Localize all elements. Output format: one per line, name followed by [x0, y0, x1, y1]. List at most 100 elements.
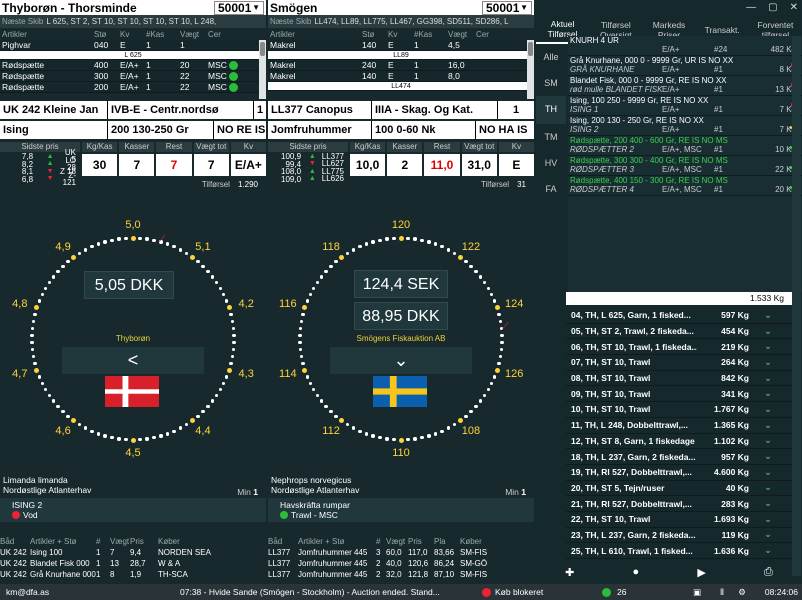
table-scrollbar[interactable] — [259, 40, 266, 99]
dial-dot — [302, 367, 308, 373]
transaction-row[interactable]: LL377 Jomfruhummer 445 3 60,0 117,0 83,66 SM-F… — [268, 547, 534, 558]
minimize-icon[interactable]: — — [746, 2, 756, 13]
trip-row[interactable]: 04, TH, L 625, Garn, 1 fisked... 597 Kg ⌄ — [566, 308, 796, 324]
maximize-icon[interactable]: ▢ — [768, 2, 777, 13]
app-root: Thyborøn - Thorsminde 50001 ▼ Næste Skib L… — [0, 0, 802, 600]
supply-detail: GRÅ KNURHANE — [570, 65, 635, 74]
supply-item[interactable]: Rødspætte, 200 400 - 600 Gr, RE IS NO MS… — [568, 136, 802, 156]
column-header: Pla — [434, 537, 446, 546]
table-row[interactable]: Makrel 140 E 1 8,0 — [268, 71, 534, 82]
dial-dot — [305, 375, 310, 379]
lot-details: ISING 2 Vod — [0, 498, 266, 522]
chevron-down-icon[interactable]: ⌄ — [757, 514, 779, 525]
layout-icon[interactable]: ▣ — [682, 587, 712, 598]
transaction-row[interactable]: UK 242 Ising 100 1 7 9,4 NORDEN SEA — [0, 547, 266, 558]
trip-row[interactable]: 18, TH, L 237, Garn, 2 fiskeda... 957 Kg ⌄ — [566, 449, 796, 465]
transaction-cell: 2 — [376, 570, 381, 579]
trip-row[interactable]: 12, TH, ST 8, Garn, 1 fiskedage 1.102 Kg ⌄ — [566, 434, 796, 450]
table-cell: E — [120, 40, 126, 50]
chevron-down-icon[interactable]: ⌄ — [757, 341, 779, 352]
chevron-down-icon[interactable]: ⌄ — [757, 420, 779, 431]
table-row[interactable]: Pighvar 040 E 1 1 — [0, 40, 266, 51]
chevron-down-icon[interactable]: ⌄ — [757, 451, 779, 462]
supply-item[interactable]: KNURH 4 UR E/A+ #24 482 Kg — [568, 36, 802, 56]
supply-item[interactable]: Grå Knurhane, 000 0 - 9999 Gr, UR IS NO … — [568, 56, 802, 76]
dial-dot — [103, 240, 107, 244]
close-icon[interactable]: ✕ — [790, 2, 798, 13]
trip-row[interactable]: 25, TH, L 610, Trawl, 1 fisked... 1.636 K… — [566, 543, 796, 559]
clock-number-select[interactable]: 50001 ▼ — [214, 0, 264, 15]
trip-row[interactable]: 05, TH, ST 2, Trawl, 2 fiskeda... 454 Kg ⌄ — [566, 324, 796, 340]
play-icon[interactable]: ▶ — [697, 566, 705, 579]
transaction-row[interactable]: LL377 Jomfruhummer 445 2 40,0 120,6 86,24 SM-G… — [268, 558, 534, 569]
auction-filter-item[interactable]: TM — [536, 124, 566, 150]
trip-row[interactable]: 06, TH, ST 10, Trawl, 1 fiskeda... 219 Kg… — [566, 339, 796, 356]
chevron-down-icon[interactable]: ⌄ — [757, 310, 779, 321]
chevron-down-icon[interactable]: ⌄ — [757, 388, 779, 399]
columns-icon[interactable]: ⫴ — [712, 587, 732, 598]
auction-filter-item[interactable]: TH — [536, 96, 566, 124]
dial-dot — [452, 422, 457, 427]
supply-detail: E/A+, MSC — [662, 185, 702, 194]
table-row[interactable]: Rødspætte 200 E/A+ 1 22 MSC — [0, 82, 266, 93]
dial-dot — [358, 429, 362, 433]
stat-value: 11,0 — [424, 154, 460, 176]
stat-box: Kv E/A+ — [230, 142, 266, 176]
auction-filter-item[interactable]: Alle — [536, 44, 566, 70]
table-row[interactable]: Makrel 240 E 1 16,0 — [268, 60, 534, 71]
chevron-down-icon[interactable]: ⌄ — [757, 326, 779, 337]
dial-dot — [494, 367, 500, 373]
chevron-down-icon[interactable]: ⌄ — [757, 373, 779, 384]
gear-icon[interactable]: ⚙ — [732, 587, 752, 598]
table-row[interactable]: Rødspætte 300 E/A+ 1 22 MSC — [0, 71, 266, 82]
chevron-down-icon[interactable]: ⌄ — [757, 404, 779, 415]
chevron-down-icon[interactable]: ⌄ — [757, 467, 779, 478]
trip-row[interactable]: 22, TH, ST 10, Trawl 1.693 Kg ⌄ — [566, 512, 796, 528]
chevron-down-icon[interactable]: ⌄ — [757, 357, 779, 368]
trip-row[interactable]: 10, TH, ST 10, Trawl 1.767 Kg ⌄ — [566, 402, 796, 418]
print-icon[interactable]: ⎙ — [764, 566, 773, 579]
transaction-cell: Ising 100 — [30, 548, 63, 557]
supply-item[interactable]: Ising, 200 130 - 250 Gr, RE IS NO XX ISIN… — [568, 116, 802, 136]
record-icon[interactable]: ● — [633, 566, 640, 578]
trip-row[interactable]: 19, TH, RI 527, Dobbelttrawl,... 4.600 Kg… — [566, 465, 796, 481]
expand-button[interactable]: ⌄ — [330, 347, 472, 374]
chevron-down-icon[interactable]: ⌄ — [757, 435, 779, 446]
auction-filter-item[interactable]: SM — [536, 70, 566, 96]
supply-details: ISING 2 E/A+ #1 7 Kg — [570, 125, 800, 135]
stat-value: 7 — [119, 154, 155, 176]
scroll-thumb[interactable] — [260, 42, 265, 56]
supply-item[interactable]: Blandet Fisk, 000 0 - 9999 Gr, RE IS NO … — [568, 76, 802, 96]
chevron-down-icon[interactable]: ⌄ — [757, 498, 779, 509]
chevron-down-icon[interactable]: ⌄ — [757, 529, 779, 540]
scrollbar[interactable] — [792, 36, 801, 576]
transaction-row[interactable]: UK 242 Grå Knurhane 000 1 8 1,9 TH-SCA — [0, 569, 266, 580]
clock-number-select[interactable]: 50001 ▼ — [482, 0, 532, 15]
table-row[interactable]: Makrel 140 E 1 4,5 — [268, 40, 534, 51]
cert-status-icon — [229, 61, 239, 71]
trip-row[interactable]: 23, TH, L 237, Garn, 2 fiskeda... 119 Kg ⌄ — [566, 528, 796, 544]
scroll-thumb[interactable] — [528, 42, 533, 56]
trip-row[interactable]: 11, TH, L 248, Dobbelttrawl,... 1.365 Kg ⌄ — [566, 418, 796, 434]
transaction-cell: LL377 — [268, 559, 291, 568]
auction-filter-item[interactable]: HV — [536, 150, 566, 176]
supply-item[interactable]: Rødspætte, 300 300 - 400 Gr, RE IS NO MS… — [568, 156, 802, 176]
chevron-down-icon[interactable]: ⌄ — [757, 545, 779, 556]
trip-row[interactable]: 09, TH, ST 10, Trawl 341 Kg ⌄ — [566, 386, 796, 403]
auction-filter-item[interactable]: FA — [536, 176, 566, 202]
supply-item[interactable]: Rødspætte, 400 150 - 300 Gr, RE IS NO MS… — [568, 176, 802, 196]
trip-row[interactable]: 20, TH, ST 5, Tejn/ruser 40 Kg ⌄ — [566, 481, 796, 497]
trip-row[interactable]: 08, TH, ST 10, Trawl 842 Kg ⌄ — [566, 371, 796, 387]
chevron-down-icon[interactable]: ⌄ — [757, 482, 779, 493]
trip-row[interactable]: 21, TH, RI 527, Dobbelttrawl,... 283 Kg ⌄ — [566, 496, 796, 512]
table-scrollbar[interactable] — [527, 40, 534, 99]
dial-dot — [385, 237, 389, 241]
vessel-info-row: LL377 Canopus IIIA - Skag. Og Kat. 1 — [268, 101, 534, 119]
add-icon[interactable]: ✚ — [565, 566, 574, 579]
trip-row[interactable]: 07, TH, ST 10, Trawl 264 Kg ⌄ — [566, 355, 796, 371]
supply-item[interactable]: Ising, 100 250 - 9999 Gr, RE IS NO XX ISI… — [568, 96, 802, 116]
collapse-button[interactable]: < — [62, 347, 204, 374]
table-row[interactable]: Rødspætte 400 E/A+ 1 20 MSC — [0, 60, 266, 71]
transaction-row[interactable]: LL377 Jomfruhummer 445 2 32,0 121,8 87,10 SM-F… — [268, 569, 534, 580]
transaction-row[interactable]: UK 242 Blandet Fisk 000 1 13 28,7 W & A — [0, 558, 266, 569]
